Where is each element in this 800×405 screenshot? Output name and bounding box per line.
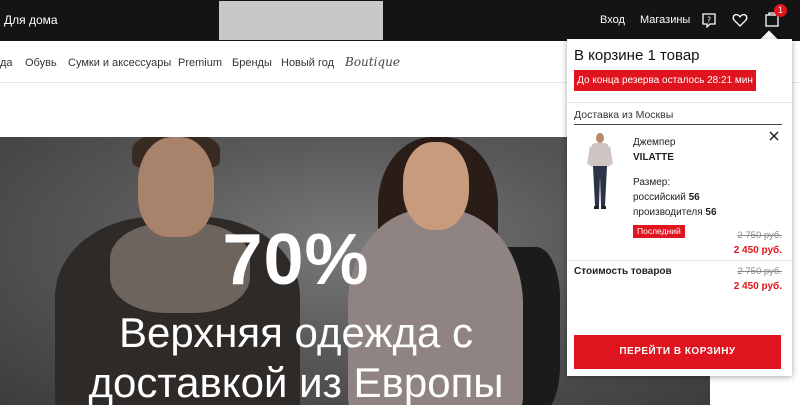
cart-count-badge: 1 — [774, 4, 787, 17]
hero-headline-line2: доставкой из Европы — [88, 359, 504, 405]
total-label: Стоимость товаров — [574, 266, 672, 277]
category-item-new-year[interactable]: Новый год — [281, 57, 334, 69]
product-image[interactable] — [585, 132, 615, 212]
logo-placeholder[interactable] — [219, 1, 383, 40]
top-bar: Для дома Вход Магазины ? — [0, 0, 800, 41]
divider — [574, 124, 782, 125]
category-item-brands[interactable]: Бренды — [232, 57, 272, 69]
hero-photo-woman-face — [403, 142, 469, 230]
home-category-link[interactable]: Для дома — [4, 13, 58, 27]
last-item-badge: Последний — [633, 225, 685, 238]
product-name[interactable]: Джемпер — [633, 137, 675, 148]
product-new-price: 2 450 руб. — [733, 245, 782, 256]
cart-popup: В корзине 1 товар До конца резерва остал… — [567, 39, 792, 376]
size-manufacturer: производителя 56 — [633, 205, 717, 220]
size-manufacturer-label: производителя — [633, 207, 703, 218]
reserve-timer-badge: До конца резерва осталось 28:21 мин — [574, 70, 756, 91]
size-manufacturer-value: 56 — [705, 207, 717, 218]
hero-discount: 70% — [222, 220, 370, 300]
divider — [567, 260, 792, 261]
total-new-price: 2 450 руб. — [733, 281, 782, 292]
category-item-boutique[interactable]: Boutique — [345, 55, 400, 69]
hero-photo-man-face — [138, 137, 214, 237]
size-label: Размер: — [633, 177, 671, 188]
divider — [567, 102, 792, 103]
heart-icon[interactable] — [731, 11, 749, 29]
login-link[interactable]: Вход — [600, 14, 625, 26]
svg-text:?: ? — [707, 16, 711, 25]
product-old-price: 2 750 руб. — [737, 230, 782, 241]
size-russian-value: 56 — [688, 192, 700, 203]
category-item-bags[interactable]: Сумки и аксессуары — [68, 57, 171, 69]
total-old-price: 2 750 руб. — [737, 266, 782, 277]
category-item-clothing[interactable]: да — [0, 57, 13, 69]
help-icon[interactable]: ? — [700, 11, 718, 29]
product-size: Размер: российский 56 производителя 56 — [633, 175, 717, 220]
delivery-label: Доставка из Москвы — [574, 109, 674, 121]
go-to-cart-button[interactable]: ПЕРЕЙТИ В КОРЗИНУ — [574, 335, 781, 369]
product-brand[interactable]: VILATTE — [633, 152, 674, 163]
close-icon[interactable] — [768, 129, 780, 141]
size-russian-label: российский — [633, 192, 686, 203]
stores-link[interactable]: Магазины — [640, 14, 690, 26]
cart-title: В корзине 1 товар — [574, 47, 700, 64]
category-item-shoes[interactable]: Обувь — [25, 57, 57, 69]
category-item-premium[interactable]: Premium — [178, 57, 222, 69]
hero-headline-line1: Верхняя одежда с — [118, 309, 474, 356]
size-russian: российский 56 — [633, 190, 717, 205]
